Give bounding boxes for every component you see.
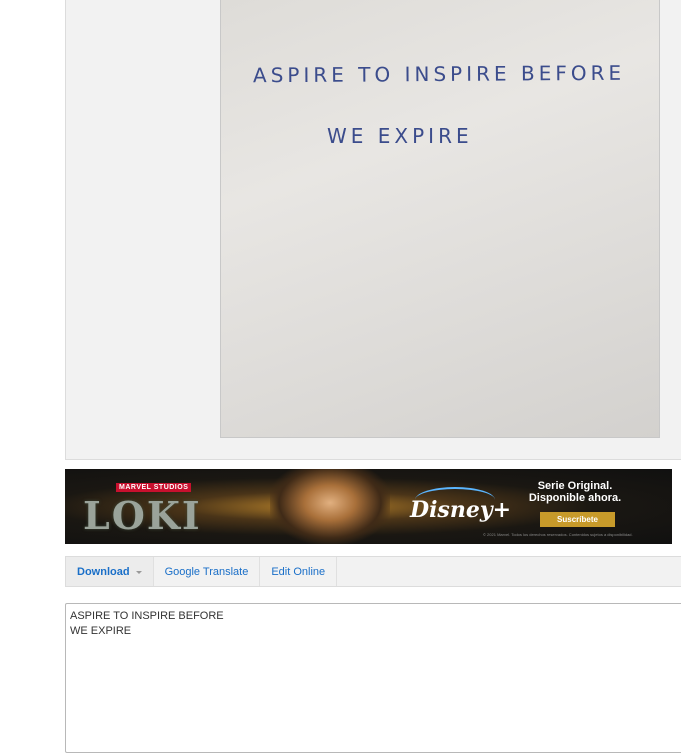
ad-banner[interactable]: MARVEL STUDIOS LOKI Disney+ Serie Origin…: [65, 469, 672, 544]
ad-subscribe-button[interactable]: Suscríbete: [540, 512, 615, 527]
download-button[interactable]: Download: [66, 557, 154, 586]
uploaded-photo: ASPIRE TO INSPIRE BEFORE WE EXPIRE: [220, 0, 660, 438]
ad-marvel-badge: MARVEL STUDIOS: [116, 483, 192, 492]
ad-headline-line-2: Disponible ahora.: [528, 492, 622, 504]
ad-character-image: [270, 469, 390, 544]
ad-disney-logo: Disney+: [410, 497, 512, 523]
uploaded-image-panel: ASPIRE TO INSPIRE BEFORE WE EXPIRE: [65, 0, 681, 460]
handwritten-line-2: WE EXPIRE: [327, 124, 473, 148]
edit-online-button[interactable]: Edit Online: [260, 557, 338, 586]
ad-headline-line-1: Serie Original.: [537, 480, 613, 492]
ad-headline: Serie Original. Disponible ahora.: [525, 480, 625, 504]
ocr-result-textarea[interactable]: ASPIRE TO INSPIRE BEFORE WE EXPIRE: [65, 603, 681, 753]
chevron-down-icon: [135, 570, 142, 574]
download-label: Download: [77, 565, 130, 578]
google-translate-button[interactable]: Google Translate: [154, 557, 261, 586]
handwritten-line-1: ASPIRE TO INSPIRE BEFORE: [252, 60, 626, 88]
ad-legal-text: © 2021 Marvel. Todos los derechos reserv…: [483, 532, 633, 537]
result-toolbar: Download Google Translate Edit Online: [65, 556, 681, 587]
ad-loki-logo: LOKI: [83, 493, 202, 538]
